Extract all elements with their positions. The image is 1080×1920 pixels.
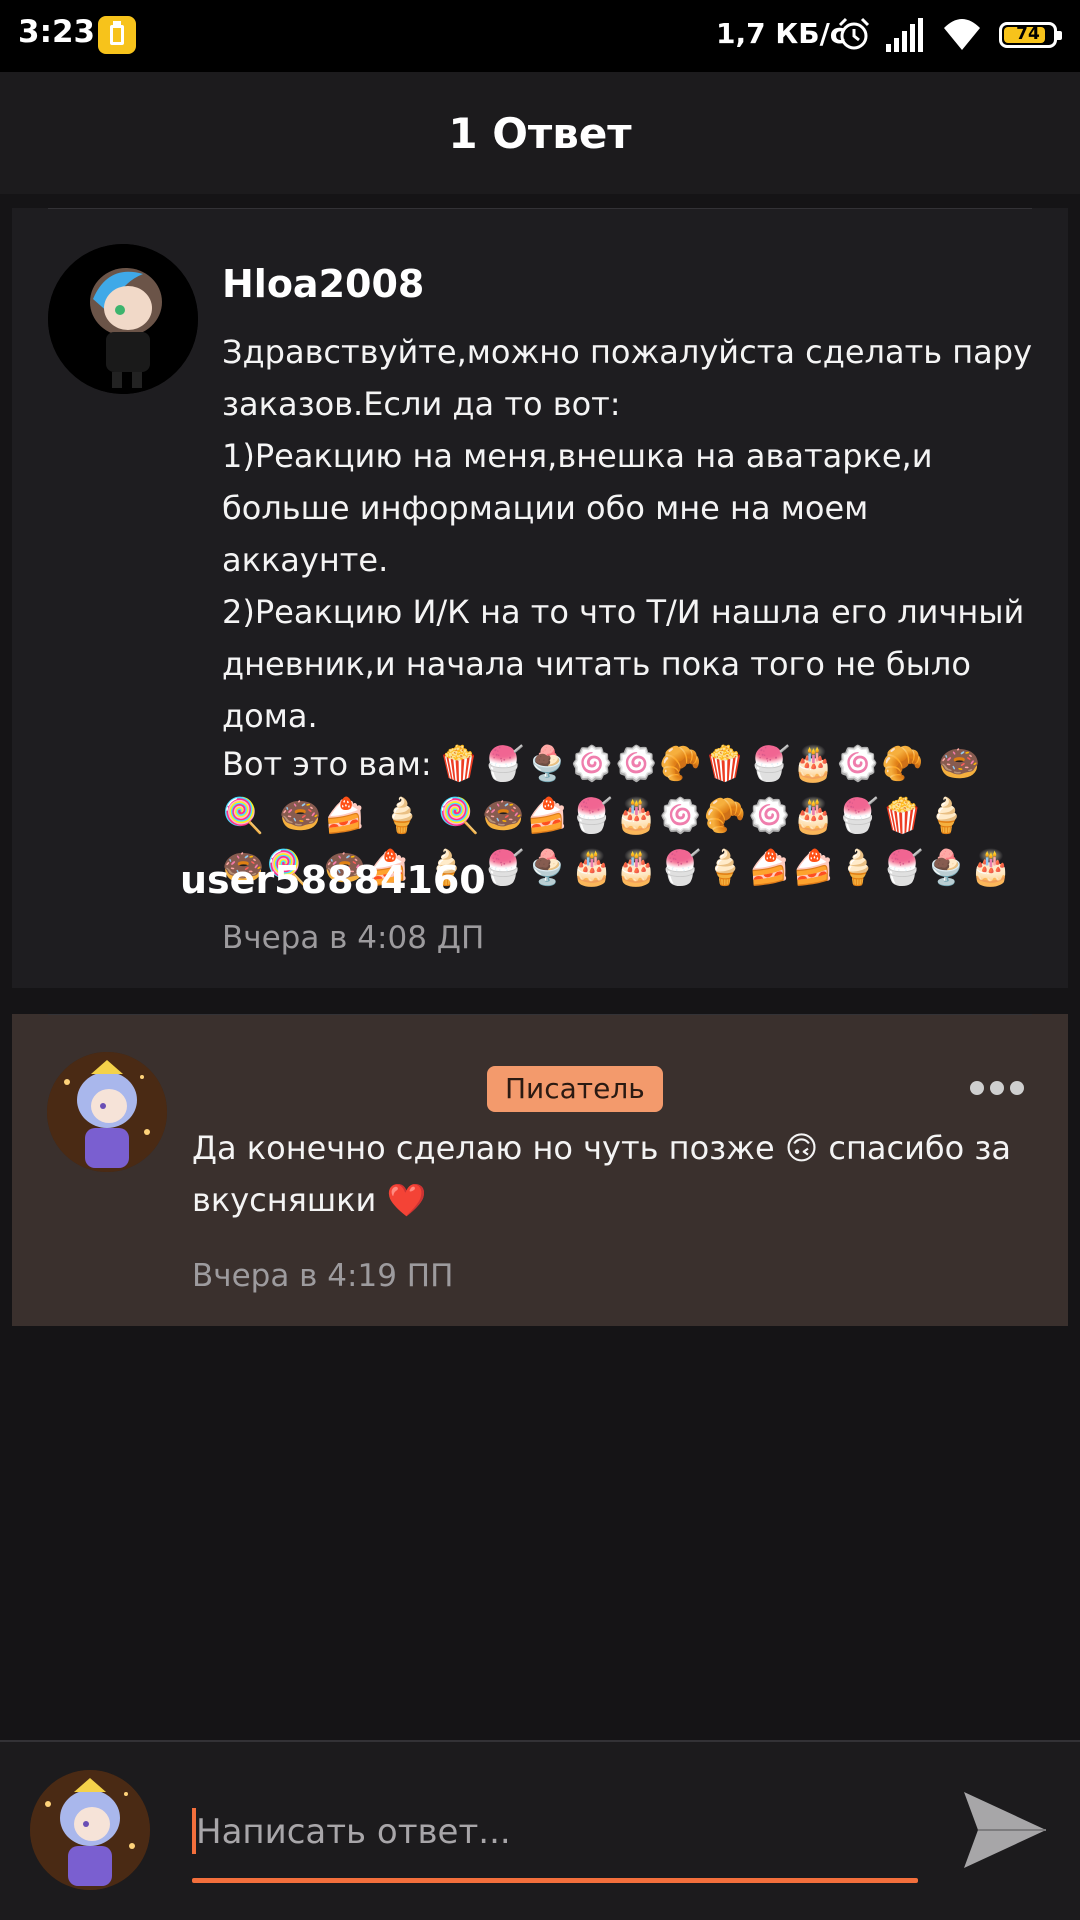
battery-level: 74	[1016, 24, 1040, 44]
avatar-image	[30, 1770, 150, 1890]
page-title: 1 Ответ	[448, 108, 632, 158]
reply-input[interactable]	[192, 1790, 918, 1874]
app-root: 3:23 1,7 КБ/с 74 1 Ответ Hloa2008 Здравс…	[0, 0, 1080, 1920]
writer-badge: Писатель	[487, 1066, 663, 1112]
text-caret	[192, 1808, 196, 1854]
comment-text: Здравствуйте,можно пожалуйста сделать па…	[222, 333, 1033, 735]
avatar[interactable]	[48, 244, 198, 394]
avatar[interactable]	[47, 1052, 167, 1172]
original-comment-card[interactable]: Hloa2008 Здравствуйте,можно пожалуйста с…	[12, 208, 1068, 988]
emoji-prefix-text: Вот это вам:	[222, 745, 432, 783]
divider	[48, 1014, 1032, 1015]
network-speed: 1,7 КБ/с	[716, 17, 847, 50]
reply-input-container	[192, 1790, 918, 1883]
battery-icon: 74	[999, 22, 1062, 48]
signal-icon	[886, 18, 923, 52]
more-options-icon[interactable]	[970, 1080, 1030, 1096]
current-user-avatar[interactable]	[30, 1770, 150, 1890]
input-underline	[192, 1878, 918, 1883]
emoji-sequence: 🍿🍧🍨🍥🍥🥐🍿🍧🎂🍥🥐 🍩	[437, 744, 983, 784]
comment-text: Да конечно сделаю но чуть позже 🙃 спасиб…	[192, 1129, 1011, 1219]
send-icon[interactable]	[960, 1788, 1050, 1872]
alarm-icon	[838, 17, 870, 50]
comment-timestamp: Вчера в 4:08 ДП	[222, 920, 485, 956]
wifi-icon	[944, 19, 980, 50]
avatar-image	[47, 1052, 167, 1172]
status-time: 3:23	[18, 14, 96, 50]
divider	[48, 208, 1032, 209]
page-header: 1 Ответ	[0, 72, 1080, 194]
reply-comment-card[interactable]: Писатель Да конечно сделаю но чуть позже…	[12, 1014, 1068, 1326]
comment-timestamp: Вчера в 4:19 ПП	[192, 1258, 454, 1294]
emoji-row: Вот это вам: 🍿🍧🍨🍥🍥🥐🍿🍧🎂🍥🥐 🍩	[222, 738, 1052, 790]
comment-author[interactable]: Hloa2008	[222, 262, 424, 306]
battery-saver-icon	[98, 16, 136, 54]
comment-author[interactable]: user58884160	[180, 858, 486, 902]
avatar-image	[48, 244, 198, 394]
status-bar: 3:23 1,7 КБ/с 74	[0, 0, 1080, 72]
emoji-row: 🍭 🍩🍰 🍦 🍭🍩🍰🍧🎂🍥🥐🍥🎂🍧🍿🍦	[222, 796, 970, 836]
